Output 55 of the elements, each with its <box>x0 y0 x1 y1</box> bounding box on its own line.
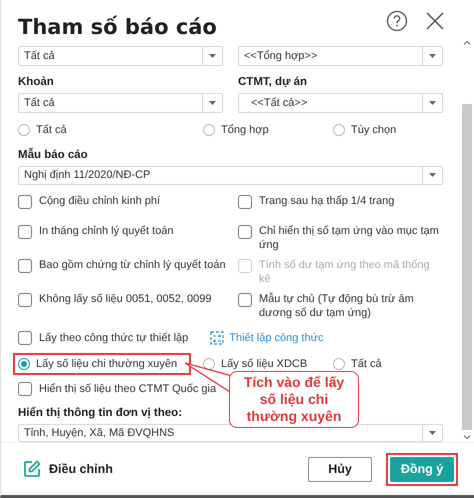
close-icon[interactable] <box>426 12 444 30</box>
formula-icon <box>210 330 224 344</box>
field-label: Khoản <box>18 76 54 88</box>
caret-icon <box>209 54 216 58</box>
checkbox-label: Không lấy số liệu 0051, 0052, 0099 <box>39 292 212 306</box>
checkbox[interactable] <box>238 194 252 208</box>
checkbox[interactable] <box>238 224 252 238</box>
checkbox-label: Chỉ hiển thị số tạm ứng vào mục tạm ứng <box>259 224 440 252</box>
scroll-down-icon[interactable] <box>462 435 470 440</box>
field-label: Mẫu báo cáo <box>18 149 88 161</box>
checkbox[interactable] <box>18 382 32 396</box>
caret-icon <box>429 173 436 178</box>
radio-button[interactable] <box>18 358 30 370</box>
dropdown[interactable]: <<Tất cả>> <box>238 93 443 113</box>
radio-label: Tất cả <box>351 356 382 370</box>
field-label: Hiển thị thông tin đơn vị theo: <box>18 406 182 418</box>
checkbox-label: Lấy theo công thức tự thiết lập <box>39 330 188 344</box>
checkbox-label: Mẫu tự chủ (Tự động bù trừ âm dương số dư tạm ứng) <box>259 292 415 320</box>
radio-button[interactable] <box>333 124 345 136</box>
radio-button[interactable] <box>333 358 345 370</box>
checkbox-label: In tháng chỉnh lý quyết toán <box>39 224 174 238</box>
dropdown[interactable]: Tất cả <box>18 93 223 113</box>
radio-label: Tất cả <box>36 123 67 137</box>
checkbox[interactable] <box>238 292 252 306</box>
radio-button[interactable] <box>18 124 30 136</box>
radio-label: Tổng hợp <box>221 123 269 137</box>
checkbox-label: Trang sau hạ thấp 1/4 trang <box>259 194 394 208</box>
dropdown[interactable]: Tất cả <box>18 46 223 66</box>
caret-icon <box>429 54 436 58</box>
checkbox[interactable] <box>18 224 32 238</box>
checkbox-label: Bao gồm chứng từ chỉnh lý quyết toán <box>39 258 226 272</box>
caret-icon <box>429 430 436 435</box>
checkbox-label: Tính số dư tạm ứng theo mã thống kê <box>259 258 431 286</box>
field-label: CTMT, dự án <box>238 76 308 88</box>
checkbox[interactable] <box>18 194 32 208</box>
checkbox[interactable] <box>18 292 32 306</box>
caret-icon <box>429 101 436 105</box>
caret-icon <box>209 101 216 105</box>
radio-label: Lấy số liệu XDCB <box>221 356 308 370</box>
radio-button[interactable] <box>203 124 215 136</box>
radio-label: Lấy số liệu chi thường xuyên <box>36 356 178 370</box>
dialog-title: Tham số báo cáo <box>18 14 218 39</box>
checkbox-label: Cộng điều chỉnh kinh phí <box>39 194 160 208</box>
dropdown[interactable]: <<Tổng hợp>> <box>238 46 443 66</box>
checkbox-label: Hiển thị số liệu theo CTMT Quốc gia <box>39 382 216 396</box>
help-icon[interactable] <box>386 10 408 32</box>
scrollbar-thumb[interactable] <box>462 104 472 430</box>
radio-label: Tùy chọn <box>351 123 396 137</box>
checkbox[interactable] <box>18 258 32 272</box>
callout: Tích vào để lấy số liệu chi thường xuyên <box>229 371 359 428</box>
scroll-up-icon[interactable] <box>462 40 470 45</box>
dropdown[interactable]: Nghị định 11/2020/NĐ-CP <box>18 166 443 184</box>
cancel-button[interactable]: Hủy <box>308 456 372 482</box>
edit-icon <box>23 460 41 478</box>
checkbox[interactable] <box>18 330 32 344</box>
